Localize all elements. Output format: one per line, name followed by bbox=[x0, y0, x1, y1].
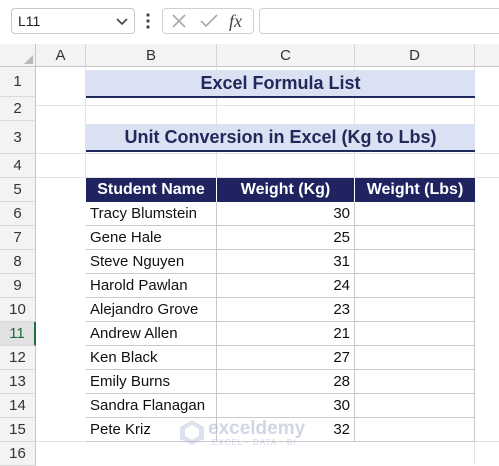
cell-weight-kg[interactable]: 25 bbox=[217, 226, 355, 250]
cell-weight-kg[interactable]: 24 bbox=[217, 274, 355, 298]
cell-student-name[interactable]: Harold Pawlan bbox=[86, 274, 217, 298]
row-header-5[interactable]: 5 bbox=[0, 178, 36, 202]
row-header-1[interactable]: 1 bbox=[0, 67, 36, 97]
row-header-7[interactable]: 7 bbox=[0, 226, 36, 250]
select-all-button[interactable] bbox=[0, 44, 36, 67]
sheet-title[interactable]: Excel Formula List bbox=[86, 70, 475, 98]
cell-weight-lbs[interactable] bbox=[355, 370, 475, 394]
cell-weight-kg[interactable]: 30 bbox=[217, 394, 355, 418]
cell-weight-lbs[interactable] bbox=[355, 226, 475, 250]
column-header-c[interactable]: C bbox=[217, 44, 355, 67]
cell-student-name[interactable]: Alejandro Grove bbox=[86, 298, 217, 322]
row-header-10[interactable]: 10 bbox=[0, 298, 36, 322]
cell-weight-kg[interactable]: 23 bbox=[217, 298, 355, 322]
cancel-icon[interactable] bbox=[171, 13, 187, 29]
formula-actions: fx bbox=[162, 8, 254, 34]
cell-weight-lbs[interactable] bbox=[355, 346, 475, 370]
row-header-3[interactable]: 3 bbox=[0, 121, 36, 154]
cell-student-name[interactable]: Ken Black bbox=[86, 346, 217, 370]
cell-weight-lbs[interactable] bbox=[355, 250, 475, 274]
header-weight-lbs[interactable]: Weight (Lbs) bbox=[355, 178, 475, 202]
cell-weight-kg[interactable]: 30 bbox=[217, 202, 355, 226]
watermark-name: exceldemy bbox=[208, 418, 306, 439]
formula-bar: L11 fx bbox=[0, 0, 499, 42]
cell-weight-lbs[interactable] bbox=[355, 202, 475, 226]
more-options-icon[interactable] bbox=[145, 12, 151, 30]
chevron-down-icon[interactable] bbox=[114, 12, 130, 30]
sheet-subtitle[interactable]: Unit Conversion in Excel (Kg to Lbs) bbox=[86, 124, 475, 152]
row-header-16[interactable]: 16 bbox=[0, 442, 36, 466]
cell-student-name[interactable]: Steve Nguyen bbox=[86, 250, 217, 274]
cell-weight-kg[interactable]: 27 bbox=[217, 346, 355, 370]
cell-student-name[interactable]: Andrew Allen bbox=[86, 322, 217, 346]
exceldemy-watermark: exceldemy EXCEL · DATA · BI bbox=[178, 416, 323, 448]
row-header-9[interactable]: 9 bbox=[0, 274, 36, 298]
cell-student-name[interactable]: Sandra Flanagan bbox=[86, 394, 217, 418]
cell-student-name[interactable]: Emily Burns bbox=[86, 370, 217, 394]
header-weight-kg[interactable]: Weight (Kg) bbox=[217, 178, 355, 202]
row-header-15[interactable]: 15 bbox=[0, 418, 36, 442]
row-header-4[interactable]: 4 bbox=[0, 154, 36, 178]
cell-weight-kg[interactable]: 28 bbox=[217, 370, 355, 394]
row-header-6[interactable]: 6 bbox=[0, 202, 36, 226]
cell-weight-lbs[interactable] bbox=[355, 418, 475, 442]
cell-weight-kg[interactable]: 21 bbox=[217, 322, 355, 346]
row-header-12[interactable]: 12 bbox=[0, 346, 36, 370]
cell-weight-kg[interactable]: 31 bbox=[217, 250, 355, 274]
column-header-d[interactable]: D bbox=[355, 44, 475, 67]
exceldemy-logo-icon bbox=[180, 420, 204, 445]
formula-input[interactable] bbox=[259, 8, 499, 34]
column-header-a[interactable]: A bbox=[36, 44, 86, 67]
name-box[interactable]: L11 bbox=[11, 8, 135, 34]
row-header-2[interactable]: 2 bbox=[0, 97, 36, 121]
column-header-b[interactable]: B bbox=[86, 44, 217, 67]
cell-student-name[interactable]: Gene Hale bbox=[86, 226, 217, 250]
insert-function-icon[interactable]: fx bbox=[229, 11, 242, 32]
cell-weight-lbs[interactable] bbox=[355, 322, 475, 346]
cell-weight-lbs[interactable] bbox=[355, 394, 475, 418]
cell-weight-lbs[interactable] bbox=[355, 298, 475, 322]
column-header-e[interactable] bbox=[475, 44, 499, 67]
row-header-11[interactable]: 11 bbox=[0, 322, 36, 346]
name-box-value: L11 bbox=[18, 13, 41, 29]
row-header-14[interactable]: 14 bbox=[0, 394, 36, 418]
row-header-13[interactable]: 13 bbox=[0, 370, 36, 394]
cell-student-name[interactable]: Tracy Blumstein bbox=[86, 202, 217, 226]
enter-icon[interactable] bbox=[199, 13, 219, 29]
watermark-tagline: EXCEL · DATA · BI bbox=[212, 438, 297, 447]
cell-weight-lbs[interactable] bbox=[355, 274, 475, 298]
row-header-8[interactable]: 8 bbox=[0, 250, 36, 274]
header-student-name[interactable]: Student Name bbox=[86, 178, 217, 202]
